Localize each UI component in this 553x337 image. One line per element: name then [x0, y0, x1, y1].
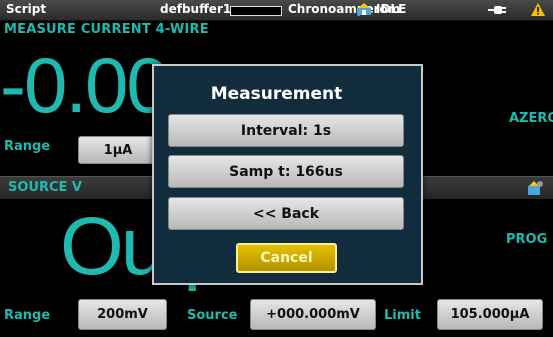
limit-label: Limit [384, 308, 421, 323]
sample-time-button[interactable]: Samp t: 166us [168, 155, 404, 188]
source-header[interactable]: SOURCE V [8, 180, 82, 195]
buffer-indicator [230, 6, 282, 16]
measure-range-label: Range [4, 139, 51, 154]
source-range-label: Range [4, 308, 51, 323]
azero-label: AZERO [509, 111, 553, 126]
dialog-title: Measurement [210, 84, 343, 104]
source-value-button[interactable]: +000.000mV [250, 299, 376, 330]
buffer-label[interactable]: defbuffer1 [160, 2, 231, 16]
limit-button[interactable]: 105.000μA [437, 299, 543, 330]
plug-icon [488, 6, 506, 14]
back-button[interactable]: << Back [168, 197, 404, 230]
config-icon[interactable] [356, 2, 372, 17]
source-range-button[interactable]: 200mV [78, 299, 167, 330]
mode-label[interactable]: Script [6, 2, 46, 16]
state-label[interactable]: IDLE [376, 2, 406, 16]
source-value-label: Source [187, 308, 238, 323]
measure-range-button[interactable]: 1μA [78, 136, 158, 164]
cancel-button[interactable]: Cancel [236, 243, 337, 273]
settings-icon[interactable] [526, 180, 544, 196]
measure-header[interactable]: MEASURE CURRENT 4-WIRE [4, 22, 209, 37]
warning-icon[interactable] [531, 3, 545, 16]
prog-label: PROG [506, 232, 548, 247]
interval-button[interactable]: Interval: 1s [168, 114, 404, 147]
